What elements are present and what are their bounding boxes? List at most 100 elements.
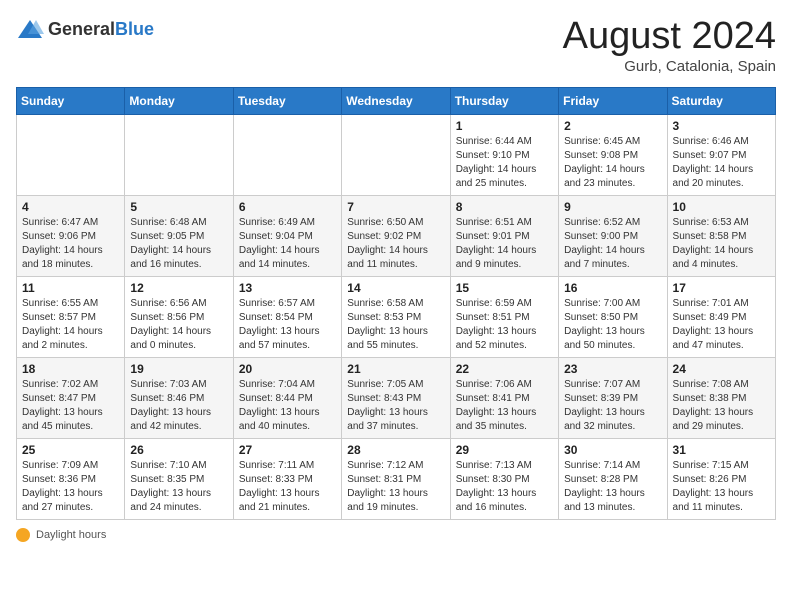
calendar-table: SundayMondayTuesdayWednesdayThursdayFrid… <box>16 87 776 520</box>
calendar-cell: 12Sunrise: 6:56 AM Sunset: 8:56 PM Dayli… <box>125 276 233 357</box>
title-block: August 2024 Gurb, Catalonia, Spain <box>563 16 776 75</box>
calendar-cell: 4Sunrise: 6:47 AM Sunset: 9:06 PM Daylig… <box>17 195 125 276</box>
weekday-header-sunday: Sunday <box>17 87 125 114</box>
day-number: 5 <box>130 200 227 214</box>
day-detail: Sunrise: 6:49 AM Sunset: 9:04 PM Dayligh… <box>239 216 336 272</box>
day-number: 15 <box>456 281 553 295</box>
day-detail: Sunrise: 6:48 AM Sunset: 9:05 PM Dayligh… <box>130 216 227 272</box>
calendar-week-5: 25 Sunrise: 7:09 AM Sunset: 8:36 PM Dayli… <box>17 438 776 519</box>
day-number: 2 <box>564 119 661 133</box>
day-number: 14 <box>347 281 444 295</box>
day-detail: Sunrise: 7:13 AM Sunset: 8:30 PM Dayligh… <box>456 459 553 515</box>
calendar-cell: 26 Sunrise: 7:10 AM Sunset: 8:35 PM Dayli… <box>125 438 233 519</box>
day-number: 12 <box>130 281 227 295</box>
footer-label: Daylight hours <box>36 529 106 541</box>
day-detail: Sunrise: 6:50 AM Sunset: 9:02 PM Dayligh… <box>347 216 444 272</box>
day-number: 10 <box>673 200 770 214</box>
logo-text-general: General <box>48 19 115 39</box>
calendar-cell: 28 Sunrise: 7:12 AM Sunset: 8:31 PM Dayli… <box>342 438 450 519</box>
day-detail: Sunrise: 7:07 AM Sunset: 8:39 PM Dayligh… <box>564 378 661 434</box>
logo-icon <box>16 16 44 44</box>
day-detail: Sunrise: 6:46 AM Sunset: 9:07 PM Dayligh… <box>673 135 770 191</box>
calendar-cell: 14 Sunrise: 6:58 AM Sunset: 8:53 PM Dayli… <box>342 276 450 357</box>
day-number: 20 <box>239 362 336 376</box>
day-detail: Sunrise: 7:14 AM Sunset: 8:28 PM Dayligh… <box>564 459 661 515</box>
day-detail: Sunrise: 7:10 AM Sunset: 8:35 PM Dayligh… <box>130 459 227 515</box>
weekday-header-monday: Monday <box>125 87 233 114</box>
day-number: 1 <box>456 119 553 133</box>
calendar-cell: 10 Sunrise: 6:53 AM Sunset: 8:58 PM Dayli… <box>667 195 775 276</box>
calendar-cell: 24 Sunrise: 7:08 AM Sunset: 8:38 PM Dayli… <box>667 357 775 438</box>
calendar-cell: 6 Sunrise: 6:49 AM Sunset: 9:04 PM Daylig… <box>233 195 341 276</box>
calendar-cell: 21 Sunrise: 7:05 AM Sunset: 8:43 PM Dayli… <box>342 357 450 438</box>
day-detail: Sunrise: 7:11 AM Sunset: 8:33 PM Dayligh… <box>239 459 336 515</box>
day-detail: Sunrise: 6:52 AM Sunset: 9:00 PM Dayligh… <box>564 216 661 272</box>
title-location: Gurb, Catalonia, Spain <box>563 58 776 75</box>
day-number: 4 <box>22 200 119 214</box>
day-detail: Sunrise: 7:05 AM Sunset: 8:43 PM Dayligh… <box>347 378 444 434</box>
calendar-cell: 8 Sunrise: 6:51 AM Sunset: 9:01 PM Daylig… <box>450 195 558 276</box>
logo: GeneralBlue <box>16 16 154 44</box>
day-number: 18 <box>22 362 119 376</box>
day-detail: Sunrise: 6:58 AM Sunset: 8:53 PM Dayligh… <box>347 297 444 353</box>
day-detail: Sunrise: 7:04 AM Sunset: 8:44 PM Dayligh… <box>239 378 336 434</box>
day-detail: Sunrise: 6:53 AM Sunset: 8:58 PM Dayligh… <box>673 216 770 272</box>
day-detail: Sunrise: 7:06 AM Sunset: 8:41 PM Dayligh… <box>456 378 553 434</box>
day-number: 24 <box>673 362 770 376</box>
calendar-cell: 18 Sunrise: 7:02 AM Sunset: 8:47 PM Dayli… <box>17 357 125 438</box>
day-detail: Sunrise: 7:12 AM Sunset: 8:31 PM Dayligh… <box>347 459 444 515</box>
day-number: 30 <box>564 443 661 457</box>
day-number: 28 <box>347 443 444 457</box>
day-detail: Sunrise: 7:02 AM Sunset: 8:47 PM Dayligh… <box>22 378 119 434</box>
day-number: 16 <box>564 281 661 295</box>
calendar-cell: 9 Sunrise: 6:52 AM Sunset: 9:00 PM Daylig… <box>559 195 667 276</box>
day-detail: Sunrise: 6:44 AM Sunset: 9:10 PM Dayligh… <box>456 135 553 191</box>
day-number: 8 <box>456 200 553 214</box>
calendar-week-3: 11 Sunrise: 6:55 AM Sunset: 8:57 PM Dayli… <box>17 276 776 357</box>
day-number: 7 <box>347 200 444 214</box>
calendar-cell <box>125 114 233 195</box>
sun-icon <box>16 528 30 542</box>
day-detail: Sunrise: 7:03 AM Sunset: 8:46 PM Dayligh… <box>130 378 227 434</box>
calendar-cell: 13Sunrise: 6:57 AM Sunset: 8:54 PM Dayli… <box>233 276 341 357</box>
calendar-cell: 17Sunrise: 7:01 AM Sunset: 8:49 PM Dayli… <box>667 276 775 357</box>
calendar-cell <box>17 114 125 195</box>
day-number: 11 <box>22 281 119 295</box>
day-number: 27 <box>239 443 336 457</box>
day-number: 31 <box>673 443 770 457</box>
day-number: 26 <box>130 443 227 457</box>
calendar-cell <box>233 114 341 195</box>
weekday-header-tuesday: Tuesday <box>233 87 341 114</box>
calendar-cell: 23Sunrise: 7:07 AM Sunset: 8:39 PM Dayli… <box>559 357 667 438</box>
day-number: 22 <box>456 362 553 376</box>
day-number: 21 <box>347 362 444 376</box>
weekday-header-wednesday: Wednesday <box>342 87 450 114</box>
calendar-week-2: 4Sunrise: 6:47 AM Sunset: 9:06 PM Daylig… <box>17 195 776 276</box>
day-number: 17 <box>673 281 770 295</box>
day-number: 25 <box>22 443 119 457</box>
day-detail: Sunrise: 6:51 AM Sunset: 9:01 PM Dayligh… <box>456 216 553 272</box>
day-number: 13 <box>239 281 336 295</box>
calendar-week-4: 18 Sunrise: 7:02 AM Sunset: 8:47 PM Dayli… <box>17 357 776 438</box>
calendar-cell: 1 Sunrise: 6:44 AM Sunset: 9:10 PM Daylig… <box>450 114 558 195</box>
calendar-cell: 29Sunrise: 7:13 AM Sunset: 8:30 PM Dayli… <box>450 438 558 519</box>
weekday-header-saturday: Saturday <box>667 87 775 114</box>
day-detail: Sunrise: 6:45 AM Sunset: 9:08 PM Dayligh… <box>564 135 661 191</box>
calendar-cell: 15 Sunrise: 6:59 AM Sunset: 8:51 PM Dayli… <box>450 276 558 357</box>
calendar-cell: 2 Sunrise: 6:45 AM Sunset: 9:08 PM Daylig… <box>559 114 667 195</box>
calendar-cell: 7 Sunrise: 6:50 AM Sunset: 9:02 PM Daylig… <box>342 195 450 276</box>
day-detail: Sunrise: 7:08 AM Sunset: 8:38 PM Dayligh… <box>673 378 770 434</box>
day-number: 19 <box>130 362 227 376</box>
weekday-header-friday: Friday <box>559 87 667 114</box>
calendar-week-1: 1 Sunrise: 6:44 AM Sunset: 9:10 PM Daylig… <box>17 114 776 195</box>
calendar-cell: 19 Sunrise: 7:03 AM Sunset: 8:46 PM Dayli… <box>125 357 233 438</box>
calendar-cell: 27 Sunrise: 7:11 AM Sunset: 8:33 PM Dayli… <box>233 438 341 519</box>
day-number: 3 <box>673 119 770 133</box>
day-detail: Sunrise: 6:55 AM Sunset: 8:57 PM Dayligh… <box>22 297 119 353</box>
logo-text-blue: Blue <box>115 19 154 39</box>
day-detail: Sunrise: 7:15 AM Sunset: 8:26 PM Dayligh… <box>673 459 770 515</box>
day-number: 6 <box>239 200 336 214</box>
day-detail: Sunrise: 7:09 AM Sunset: 8:36 PM Dayligh… <box>22 459 119 515</box>
day-number: 9 <box>564 200 661 214</box>
day-detail: Sunrise: 6:59 AM Sunset: 8:51 PM Dayligh… <box>456 297 553 353</box>
